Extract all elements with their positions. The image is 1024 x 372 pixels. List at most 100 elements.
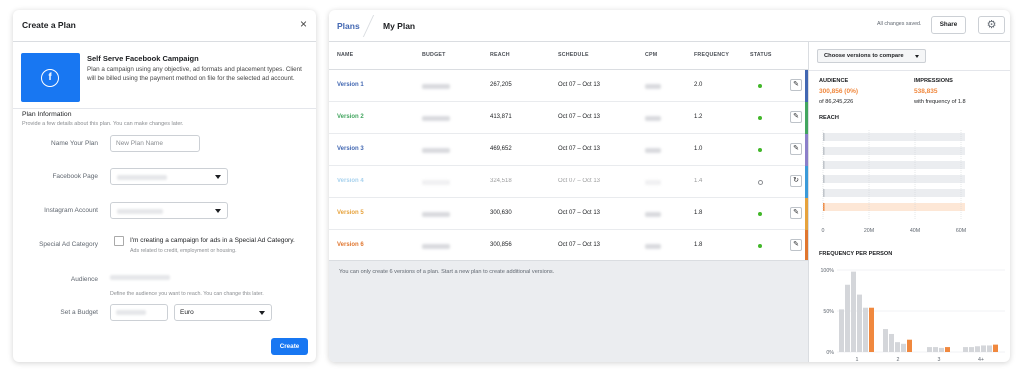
- redacted-budget: [422, 84, 450, 89]
- redacted-cpm: [645, 84, 661, 89]
- close-icon[interactable]: ×: [300, 17, 307, 31]
- facebook-logo-icon: f: [41, 69, 59, 87]
- table-row[interactable]: Version 3 469,652 Oct 07 – Oct 13 1.0 ✎: [329, 134, 808, 166]
- page-title: My Plan: [383, 21, 416, 31]
- freq-bar: [901, 343, 906, 352]
- table-footer: You can only create 6 versions of a plan…: [329, 260, 808, 362]
- campaign-title: Self Serve Facebook Campaign: [87, 54, 199, 63]
- gear-icon: ⚙: [986, 19, 997, 31]
- freq-bar: [851, 271, 856, 352]
- edit-button[interactable]: ✎: [790, 111, 802, 123]
- freq-bar: [969, 347, 974, 352]
- frequency-value: 1.2: [694, 114, 703, 120]
- redacted-value: [116, 310, 146, 315]
- version-name[interactable]: Version 2: [337, 114, 364, 120]
- table-row[interactable]: Version 6 300,856 Oct 07 – Oct 13 1.8 ✎: [329, 230, 808, 262]
- reach-highlight-track: [823, 203, 965, 211]
- create-button[interactable]: Create: [271, 338, 308, 355]
- chevron-down-icon: [215, 175, 221, 179]
- edit-button[interactable]: ✎: [790, 239, 802, 251]
- column-header-status: STATUS: [750, 52, 772, 58]
- facebook-page-select[interactable]: [110, 168, 228, 185]
- campaign-description: Plan a campaign using any objective, ad …: [87, 66, 302, 82]
- restore-button[interactable]: ↻: [790, 175, 802, 187]
- table-row[interactable]: Version 2 413,871 Oct 07 – Oct 13 1.2 ✎: [329, 102, 808, 134]
- reach-value: 413,871: [490, 114, 512, 120]
- schedule-value: Oct 07 – Oct 13: [558, 242, 601, 248]
- redacted-budget: [422, 116, 450, 121]
- settings-button[interactable]: ⚙: [978, 16, 1005, 34]
- freq-tick-label: 0%: [826, 350, 834, 356]
- reach-track: [823, 175, 965, 183]
- freq-bar: [845, 284, 850, 352]
- share-button[interactable]: Share: [931, 16, 966, 34]
- freq-bar: [883, 329, 888, 352]
- budget-label: Set a Budget: [60, 309, 98, 316]
- audience-hint: Define the audience you want to reach. Y…: [110, 291, 264, 297]
- reach-track: [823, 133, 965, 141]
- reach-value: 300,856: [490, 242, 512, 248]
- freq-bar: [889, 333, 894, 352]
- comparison-sidebar: Choose versions to compare AUDIENCE 300,…: [808, 42, 1010, 362]
- campaign-option[interactable]: f Self Serve Facebook Campaign Plan a ca…: [21, 53, 309, 102]
- redacted-audience: [110, 275, 170, 280]
- freq-category-label: 3: [938, 357, 941, 362]
- edit-button[interactable]: ✎: [790, 79, 802, 91]
- version-name[interactable]: Version 3: [337, 146, 364, 152]
- table-row[interactable]: Version 1 267,205 Oct 07 – Oct 13 2.0 ✎: [329, 70, 808, 102]
- status-active-icon: [758, 84, 762, 88]
- edit-button[interactable]: ✎: [790, 143, 802, 155]
- frequency-value: 1.0: [694, 146, 703, 152]
- frequency-value: 2.0: [694, 82, 703, 88]
- reach-track: [823, 161, 965, 169]
- version-name[interactable]: Version 4: [337, 178, 364, 184]
- version-name[interactable]: Version 5: [337, 210, 364, 216]
- schedule-value: Oct 07 – Oct 13: [558, 178, 601, 184]
- status-active-icon: [758, 116, 762, 120]
- compare-label: Choose versions to compare: [824, 53, 904, 59]
- instagram-account-select[interactable]: [110, 202, 228, 219]
- column-header-cpm: CPM: [645, 52, 658, 58]
- version-name[interactable]: Version 1: [337, 82, 364, 88]
- create-plan-dialog: Create a Plan × f Self Serve Facebook Ca…: [13, 10, 316, 362]
- freq-bar: [863, 307, 868, 352]
- freq-bar: [857, 294, 862, 352]
- impressions-metric-sub: with frequency of 1.8: [914, 99, 966, 105]
- budget-input[interactable]: [110, 304, 168, 321]
- special-ad-label: Special Ad Category: [39, 241, 98, 248]
- compare-versions-dropdown[interactable]: Choose versions to compare: [817, 49, 926, 63]
- reach-tick-label: 40M: [910, 228, 920, 234]
- chevron-down-icon: [259, 311, 265, 315]
- column-header-reach: REACH: [490, 52, 510, 58]
- freq-tick-label: 100%: [820, 268, 834, 274]
- version-name[interactable]: Version 6: [337, 242, 364, 248]
- currency-select[interactable]: Euro: [174, 304, 272, 321]
- currency-value: Euro: [180, 309, 194, 316]
- special-ad-checkbox[interactable]: [114, 236, 124, 246]
- campaign-tile: f: [21, 53, 80, 102]
- frequency-chart-title: FREQUENCY PER PERSON: [819, 251, 893, 257]
- edit-button[interactable]: ✎: [790, 207, 802, 219]
- reach-value: 267,205: [490, 82, 512, 88]
- reach-chart-title: REACH: [819, 115, 839, 121]
- plan-name-input[interactable]: New Plan Name: [110, 135, 200, 152]
- reach-tick-label: 60M: [956, 228, 966, 234]
- version-limit-note: You can only create 6 versions of a plan…: [339, 269, 555, 275]
- save-status: All changes saved.: [877, 21, 922, 27]
- redacted-cpm: [645, 116, 661, 121]
- freq-bar: [933, 347, 938, 352]
- redacted-value: [117, 209, 163, 214]
- freq-bar-highlight: [907, 339, 912, 352]
- table-row[interactable]: Version 4 324,518 Oct 07 – Oct 13 1.4 ↻: [329, 166, 808, 198]
- audience-label: Audience: [70, 276, 98, 283]
- impressions-metric-label: IMPRESSIONS: [914, 78, 953, 84]
- section-subtitle: Provide a few details about this plan. Y…: [22, 121, 184, 127]
- table-row[interactable]: Version 5 300,630 Oct 07 – Oct 13 1.8 ✎: [329, 198, 808, 230]
- freq-bar: [939, 347, 944, 352]
- freq-bar: [987, 345, 992, 352]
- redacted-cpm: [645, 180, 661, 185]
- breadcrumb-plans[interactable]: Plans: [337, 21, 360, 31]
- freq-category-label: 2: [897, 357, 900, 362]
- schedule-value: Oct 07 – Oct 13: [558, 82, 601, 88]
- freq-bar-highlight: [869, 307, 874, 352]
